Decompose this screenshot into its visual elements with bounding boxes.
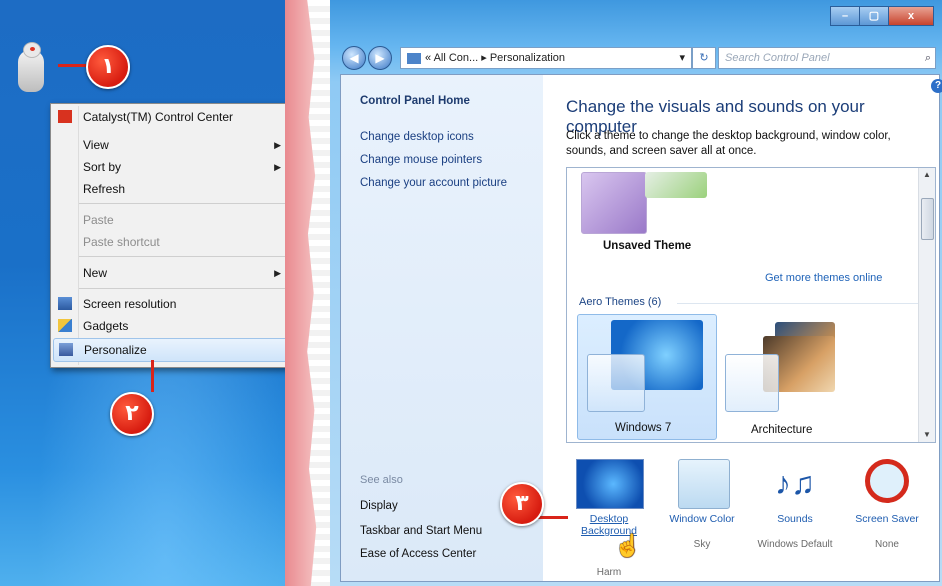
change-account-picture-link[interactable]: Change your account picture — [360, 177, 507, 189]
menu-item-new[interactable]: New ▶ — [51, 262, 291, 284]
forward-button[interactable]: ▶ — [368, 46, 392, 70]
window-content: Control Panel Home Change desktop icons … — [340, 74, 942, 582]
close-button[interactable]: x — [888, 6, 934, 26]
back-button[interactable]: ◀ — [342, 46, 366, 70]
hand-cursor-icon: ☝ — [614, 533, 642, 558]
scroll-up-icon[interactable]: ▲ — [919, 168, 935, 182]
menu-item-catalyst[interactable]: Catalyst(TM) Control Center — [51, 106, 291, 128]
menu-item-refresh[interactable]: Refresh — [51, 178, 291, 200]
desktop-background-value: Harm — [596, 567, 622, 578]
screen-saver-icon — [865, 459, 909, 503]
search-input[interactable]: Search Control Panel ⌕ — [718, 47, 936, 69]
minimize-button[interactable]: – — [830, 6, 860, 26]
page-description: Click a theme to change the desktop back… — [566, 130, 891, 157]
monitor-icon — [58, 297, 72, 310]
change-desktop-icons-link[interactable]: Change desktop icons — [360, 131, 474, 143]
search-icon: ⌕ — [924, 52, 931, 64]
refresh-button[interactable]: ↻ — [692, 47, 716, 69]
caption-buttons: – ▢ x — [830, 6, 934, 26]
recycle-bin-icon[interactable] — [16, 40, 46, 96]
address-dropdown-icon[interactable]: ▾ — [679, 48, 685, 68]
step-1-badge: ١ — [86, 45, 130, 89]
get-more-themes-link[interactable]: Get more themes online — [765, 272, 882, 284]
personalization-window: – ▢ x ◀ ▶ « All Con... ▸ Personalization… — [330, 0, 942, 586]
desktop-background-thumbnail — [576, 459, 644, 509]
personalize-icon — [59, 343, 73, 356]
breadcrumb: « All Con... ▸ Personalization — [425, 52, 566, 64]
menu-item-screen-resolution[interactable]: Screen resolution — [51, 293, 291, 315]
scroll-down-icon[interactable]: ▼ — [919, 428, 935, 442]
menu-item-personalize[interactable]: Personalize — [53, 338, 289, 362]
submenu-arrow-icon: ▶ — [274, 162, 281, 172]
menu-item-view[interactable]: View ▶ — [51, 134, 291, 156]
ease-of-access-link[interactable]: Ease of Access Center — [360, 548, 476, 560]
scroll-thumb[interactable] — [921, 198, 934, 240]
gadgets-icon — [58, 319, 72, 332]
see-also-heading: See also — [360, 474, 403, 486]
menu-item-gadgets[interactable]: Gadgets — [51, 315, 291, 337]
theme-list: Unsaved Theme Get more themes online Aer… — [566, 167, 936, 443]
sounds-value: Windows Default — [757, 539, 833, 550]
window-color-thumbnail — [678, 459, 730, 509]
submenu-arrow-icon: ▶ — [274, 140, 281, 150]
window-color-value: Sky — [693, 539, 711, 550]
step-3-badge: ٣ — [500, 482, 544, 526]
architecture-label: Architecture — [751, 424, 813, 436]
catalyst-icon — [58, 110, 72, 123]
windows-7-label: Windows 7 — [615, 422, 672, 434]
taskbar-start-menu-link[interactable]: Taskbar and Start Menu — [360, 525, 482, 537]
aero-themes-group: Aero Themes (6) — [579, 296, 662, 308]
sounds-icon: ♪♫ — [775, 465, 815, 501]
menu-item-paste[interactable]: Paste — [51, 209, 291, 231]
change-mouse-pointers-link[interactable]: Change mouse pointers — [360, 154, 482, 166]
screen-saver-link[interactable]: Screen Saver — [847, 513, 927, 525]
desktop-context-menu: Catalyst(TM) Control Center View ▶ Sort … — [50, 103, 292, 368]
unsaved-theme-label: Unsaved Theme — [603, 240, 692, 252]
control-panel-home-link[interactable]: Control Panel Home — [360, 95, 470, 107]
theme-list-scrollbar[interactable]: ▲ ▼ — [918, 168, 935, 442]
sounds-link[interactable]: Sounds — [755, 513, 835, 525]
desktop-background: ١ Catalyst(TM) Control Center View ▶ Sor… — [0, 0, 300, 586]
maximize-button[interactable]: ▢ — [859, 6, 889, 26]
submenu-arrow-icon: ▶ — [274, 268, 281, 278]
step-1-arrow — [58, 64, 86, 67]
menu-item-paste-shortcut[interactable]: Paste shortcut — [51, 231, 291, 253]
help-icon[interactable]: ? — [931, 79, 942, 93]
step-2-badge: ٢ — [110, 392, 154, 436]
navigation-bar: ◀ ▶ « All Con... ▸ Personalization ▾ ↻ S… — [340, 44, 938, 72]
window-color-link[interactable]: Window Color — [662, 513, 742, 525]
menu-item-sort-by[interactable]: Sort by ▶ — [51, 156, 291, 178]
address-bar[interactable]: « All Con... ▸ Personalization ▾ — [400, 47, 692, 69]
control-panel-icon — [407, 52, 421, 64]
screen-saver-value: None — [875, 539, 899, 550]
display-link[interactable]: Display — [360, 500, 398, 512]
step-2-arrow — [151, 360, 154, 392]
